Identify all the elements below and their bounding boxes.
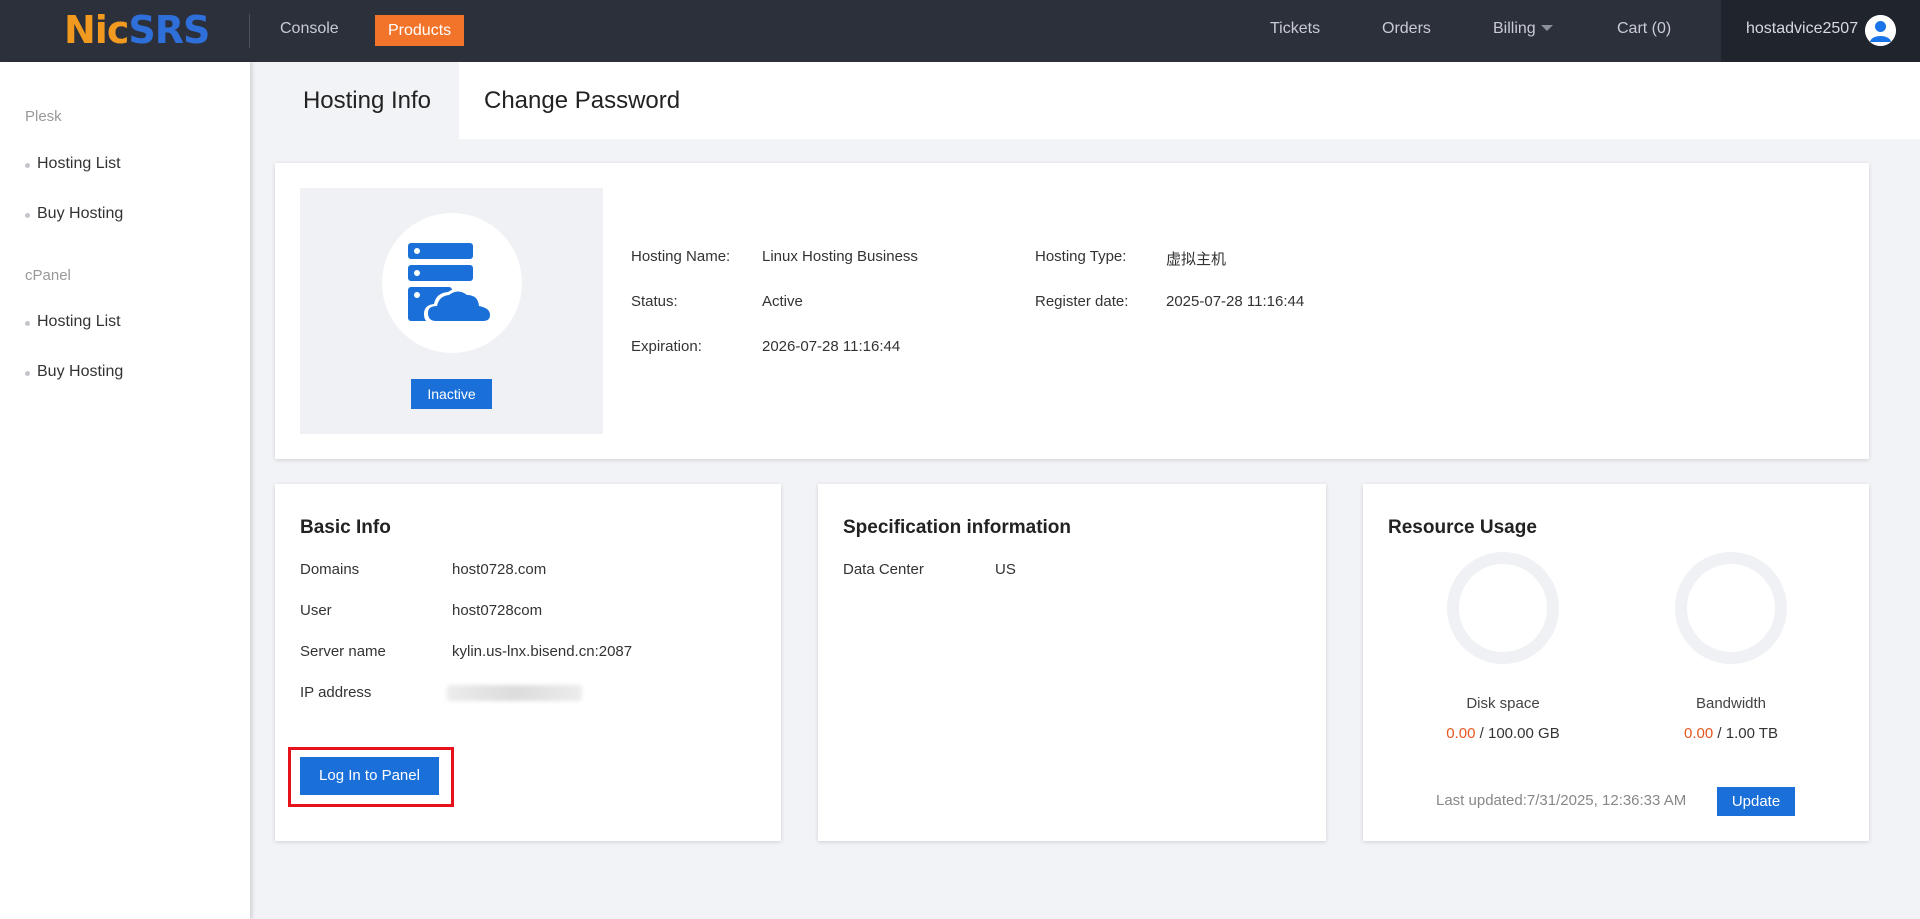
- hosting-type-label: Hosting Type:: [1035, 248, 1127, 265]
- sidebar-item-plesk-buy-hosting[interactable]: Buy Hosting: [25, 205, 123, 223]
- sidebar-item-cpanel-hosting-list[interactable]: Hosting List: [25, 313, 121, 331]
- register-date-value: 2025-07-28 11:16:44: [1166, 293, 1305, 310]
- domains-label: Domains: [300, 561, 360, 578]
- bandwidth-usage: 0.00 / 1.00 TB: [1656, 725, 1806, 742]
- username: hostadvice2507: [1746, 20, 1859, 37]
- data-center-value: US: [995, 561, 1016, 578]
- resource-usage-card: Resource Usage Disk space 0.00 / 100.00 …: [1363, 484, 1869, 841]
- bandwidth-used: 0.00: [1684, 725, 1714, 742]
- user-avatar-icon: [1865, 15, 1896, 46]
- domains-value: host0728.com: [452, 561, 547, 578]
- nav-products-link[interactable]: Products: [375, 15, 465, 46]
- tab-hosting-info[interactable]: Hosting Info: [275, 62, 459, 139]
- specification-title: Specification information: [843, 517, 1072, 538]
- hosting-type-value: 虚拟主机: [1166, 251, 1227, 268]
- bandwidth-usage-donut: [1675, 552, 1787, 664]
- disk-space-used: 0.00: [1446, 725, 1476, 742]
- chevron-down-icon: [1540, 25, 1553, 31]
- server-name-label: Server name: [300, 643, 386, 660]
- resource-usage-title: Resource Usage: [1388, 517, 1537, 538]
- bandwidth-total: / 1.00 TB: [1713, 725, 1778, 742]
- hosting-name-label: Hosting Name:: [631, 248, 731, 265]
- status-value: Active: [762, 293, 803, 310]
- sidebar-group-plesk: Plesk: [25, 108, 62, 125]
- nav-cart-link[interactable]: Cart (0): [1617, 20, 1671, 38]
- sidebar-group-cpanel: cPanel: [25, 267, 71, 284]
- register-date-label: Register date:: [1035, 293, 1129, 310]
- nav-orders-link[interactable]: Orders: [1382, 20, 1431, 38]
- nav-console-link[interactable]: Console: [280, 20, 339, 38]
- nav-divider: [249, 14, 250, 48]
- nav-billing-menu[interactable]: Billing: [1493, 20, 1553, 38]
- disk-usage-donut: [1447, 552, 1559, 664]
- nicsrs-logo[interactable]: NicSRS: [64, 8, 210, 52]
- hosting-icon-circle: [382, 213, 522, 353]
- specification-card: Specification information Data Center US: [818, 484, 1326, 841]
- disk-space-total: / 100.00 GB: [1475, 725, 1560, 742]
- disk-space-usage: 0.00 / 100.00 GB: [1428, 725, 1578, 742]
- ip-address-value-redacted: [447, 685, 582, 701]
- nav-billing-label: Billing: [1493, 20, 1536, 37]
- user-menu[interactable]: hostadvice2507: [1721, 0, 1920, 62]
- last-updated-text: Last updated:7/31/2025, 12:36:33 AM: [1436, 792, 1687, 809]
- data-center-label: Data Center: [843, 561, 924, 578]
- hosting-name-value: Linux Hosting Business: [762, 248, 918, 265]
- expiration-label: Expiration:: [631, 338, 702, 355]
- tab-bar: Hosting Info Change Password: [275, 62, 1920, 139]
- logo-text-nic: Nic: [64, 8, 129, 52]
- status-label: Status:: [631, 293, 678, 310]
- sidebar: Plesk Hosting List Buy Hosting cPanel Ho…: [0, 62, 250, 919]
- sidebar-item-cpanel-buy-hosting[interactable]: Buy Hosting: [25, 363, 123, 381]
- tab-change-password[interactable]: Change Password: [484, 62, 680, 139]
- nav-tickets-link[interactable]: Tickets: [1270, 20, 1320, 38]
- disk-space-label: Disk space: [1466, 695, 1540, 712]
- basic-info-title: Basic Info: [300, 517, 391, 538]
- inactive-status-button[interactable]: Inactive: [411, 379, 492, 409]
- user-value: host0728com: [452, 602, 543, 619]
- server-name-value: kylin.us-lnx.bisend.cn:2087: [452, 643, 633, 660]
- hosting-summary-card: Inactive Hosting Name: Linux Hosting Bus…: [275, 163, 1869, 459]
- server-cloud-icon: [408, 243, 494, 323]
- user-label: User: [300, 602, 332, 619]
- logo-text-srs: SRS: [128, 8, 210, 52]
- top-navbar: NicSRS Console Products Tickets Orders B…: [0, 0, 1920, 62]
- bandwidth-label: Bandwidth: [1695, 695, 1767, 712]
- ip-address-label: IP address: [300, 684, 372, 701]
- log-in-to-panel-button[interactable]: Log In to Panel: [300, 757, 439, 795]
- expiration-value: 2026-07-28 11:16:44: [762, 338, 901, 355]
- sidebar-item-plesk-hosting-list[interactable]: Hosting List: [25, 155, 121, 173]
- basic-info-card: Basic Info Domains host0728.com User hos…: [275, 484, 781, 841]
- update-button[interactable]: Update: [1717, 787, 1795, 816]
- hosting-icon-panel: Inactive: [300, 188, 603, 434]
